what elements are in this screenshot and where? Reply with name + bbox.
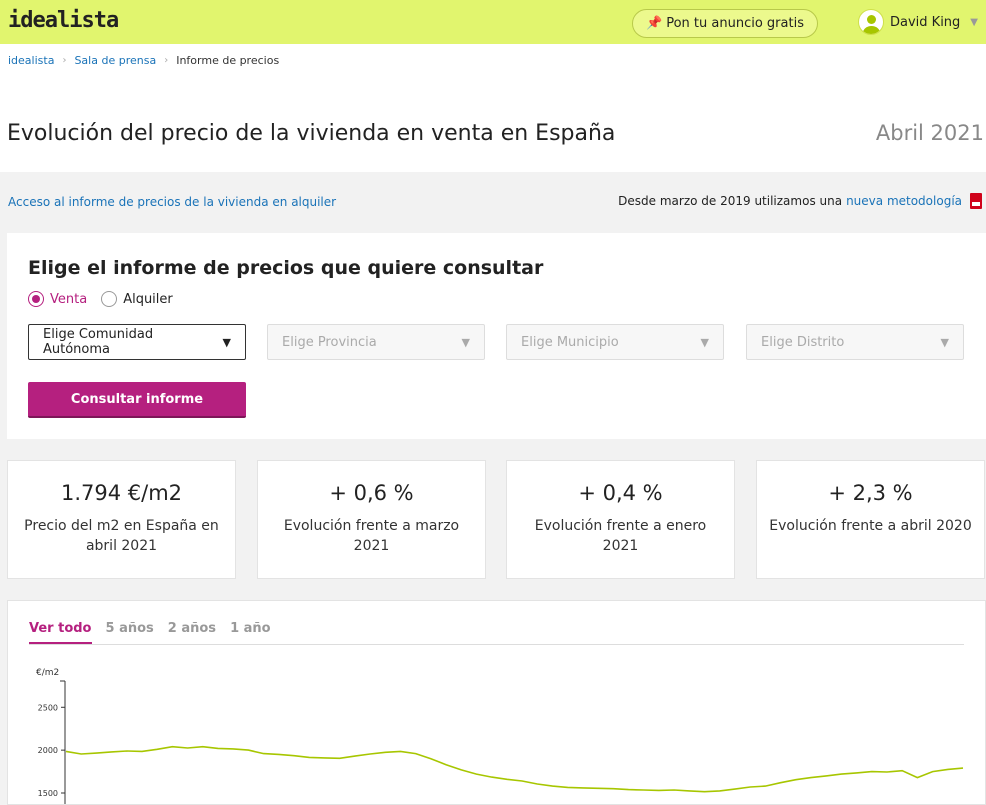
district-select-value: Elige Distrito <box>761 334 845 350</box>
report-selector-panel: Elige el informe de precios que quiere c… <box>7 233 986 439</box>
chevron-right-icon: › <box>62 55 67 66</box>
pin-icon: 📌 <box>646 16 663 31</box>
breadcrumb-current: Informe de precios <box>176 54 280 67</box>
chevron-down-icon: ▼ <box>970 16 978 28</box>
selector-heading: Elige el informe de precios que quiere c… <box>28 257 544 279</box>
operation-radio-group: Venta Alquiler <box>28 291 173 307</box>
radio-unchecked-icon <box>101 291 118 307</box>
stat-value: + 0,4 % <box>578 481 663 505</box>
methodology-link[interactable]: nueva metodología <box>846 194 962 208</box>
page-title: Evolución del precio de la vivienda en v… <box>7 121 616 146</box>
stat-label: Evolución frente a enero 2021 <box>534 518 707 554</box>
idealista-logo[interactable]: idealista <box>8 8 119 33</box>
avatar <box>858 9 884 35</box>
publish-ad-label: Pon tu anuncio gratis <box>666 16 804 31</box>
stat-card-quarterly: + 0,4 % Evolución frente a enero 2021 <box>506 460 735 579</box>
chevron-right-icon: › <box>164 55 169 66</box>
methodology-note: Desde marzo de 2019 utilizamos una nueva… <box>618 193 982 209</box>
chevron-down-icon: ▼ <box>461 335 470 349</box>
user-menu[interactable]: David King ▼ <box>858 9 978 35</box>
stat-value: + 2,3 % <box>828 481 913 505</box>
stat-card-monthly: + 0,6 % Evolución frente a marzo 2021 <box>257 460 486 579</box>
price-line-chart: €/m2 2500 2000 1500 <box>36 668 964 804</box>
consult-report-button[interactable]: Consultar informe <box>28 382 246 418</box>
community-select-value: Elige Comunidad Autónoma <box>43 327 154 357</box>
radio-rent-label: Alquiler <box>123 291 173 307</box>
stat-label: Evolución frente a abril 2020 <box>769 518 972 534</box>
price-chart-card: Ver todo 5 años 2 años 1 año €/m2 2500 200… <box>7 600 986 805</box>
radio-sale-label: Venta <box>50 291 88 307</box>
community-select[interactable]: Elige Comunidad Autónoma ▼ <box>28 324 246 360</box>
district-select[interactable]: Elige Distrito ▼ <box>746 324 964 360</box>
breadcrumb-home[interactable]: idealista <box>8 54 54 67</box>
top-bar: idealista 📌 Pon tu anuncio gratis David … <box>0 0 986 44</box>
methodology-text: Desde marzo de 2019 utilizamos una <box>618 194 843 208</box>
stat-card-price: 1.794 €/m2 Precio del m2 en España en ab… <box>7 460 236 579</box>
chevron-down-icon: ▼ <box>940 335 949 349</box>
radio-rent[interactable]: Alquiler <box>101 291 173 307</box>
breadcrumb: idealista › Sala de prensa › Informe de … <box>8 54 279 67</box>
user-name: David King <box>890 14 961 30</box>
publish-ad-button[interactable]: 📌 Pon tu anuncio gratis <box>632 9 818 38</box>
province-select-value: Elige Provincia <box>282 334 377 350</box>
stat-value: 1.794 €/m2 <box>60 481 183 505</box>
chevron-down-icon: ▼ <box>700 335 709 349</box>
province-select[interactable]: Elige Provincia ▼ <box>267 324 485 360</box>
stat-label: Precio del m2 en España en abril 2021 <box>24 518 219 554</box>
stat-label: Evolución frente a marzo 2021 <box>283 518 460 554</box>
radio-sale[interactable]: Venta <box>28 291 87 307</box>
municipality-select-value: Elige Municipio <box>521 334 619 350</box>
pdf-icon[interactable] <box>970 193 982 209</box>
chevron-down-icon: ▼ <box>222 335 231 349</box>
radio-checked-icon <box>28 291 44 307</box>
y-tick-label: 2500 <box>38 703 58 712</box>
breadcrumb-press[interactable]: Sala de prensa <box>74 54 156 67</box>
y-axis-label: €/m2 <box>36 668 59 678</box>
y-tick-label: 1500 <box>38 789 58 798</box>
stat-card-yearly: + 2,3 % Evolución frente a abril 2020 <box>756 460 985 579</box>
rent-report-link[interactable]: Acceso al informe de precios de la vivie… <box>8 195 336 209</box>
price-series-line <box>65 745 964 793</box>
report-date: Abril 2021 <box>875 121 984 145</box>
y-tick-label: 2000 <box>38 746 58 755</box>
stat-value: + 0,6 % <box>329 481 414 505</box>
municipality-select[interactable]: Elige Municipio ▼ <box>506 324 724 360</box>
